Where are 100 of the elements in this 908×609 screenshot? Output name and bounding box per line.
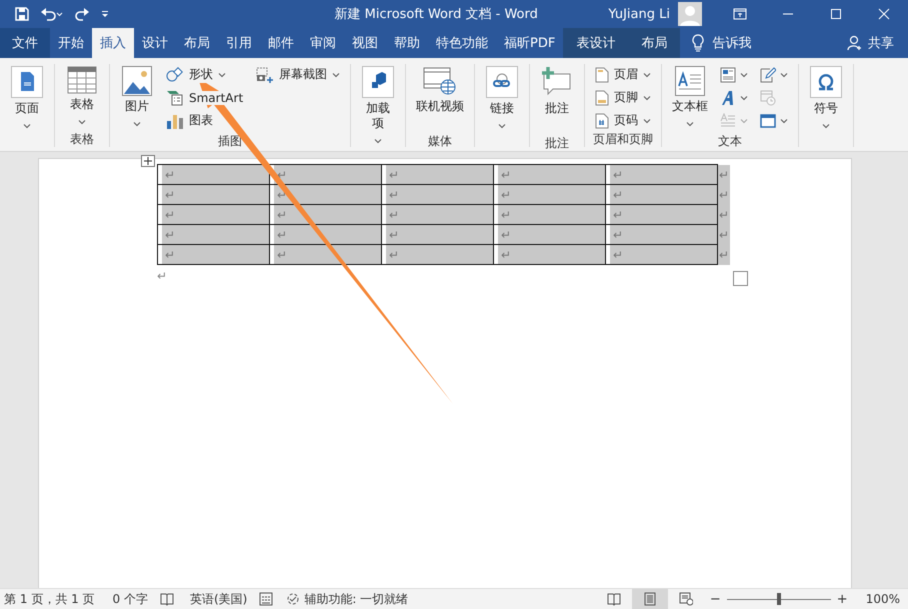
date-time-icon [760, 90, 776, 106]
paragraph-mark: ↵ [501, 188, 512, 202]
view-button[interactable] [632, 589, 668, 609]
ribbon-tab[interactable]: 布局 [628, 28, 680, 58]
page-count: 第 1 页，共 1 页 [4, 590, 95, 608]
table-resize-handle[interactable] [733, 271, 748, 286]
paragraph-mark: ↵ [165, 208, 176, 222]
shapes-icon [166, 66, 184, 82]
ribbon-tab[interactable]: 插入 [92, 28, 134, 58]
paragraph-mark: ↵ [165, 188, 176, 202]
paragraph-mark: ↵ [389, 228, 400, 242]
paragraph-mark: ↵ [157, 269, 168, 283]
ribbon-tab[interactable]: 表设计 [563, 28, 628, 58]
redo-icon[interactable] [74, 6, 90, 22]
maximize-icon[interactable] [830, 8, 842, 20]
ribbon-tab[interactable]: 引用 [218, 28, 260, 58]
tell-me-field[interactable]: 告诉我 [712, 34, 752, 52]
paragraph-mark: ↵ [501, 248, 512, 262]
zoom-in-button[interactable]: + [836, 592, 848, 606]
ribbon-button[interactable]: SmartArt [164, 87, 246, 108]
avatar-icon [678, 2, 702, 26]
paragraph-mark: ↵ [389, 208, 400, 222]
table-icon [67, 66, 97, 94]
accessibility-icon[interactable] [285, 592, 302, 606]
ribbon-button[interactable]: 批注 [535, 64, 580, 135]
paragraph-mark: ↵ [719, 228, 730, 242]
ribbon-button[interactable]: 图片 [115, 64, 159, 133]
window-title: 新建 Microsoft Word 文档 - Word [334, 6, 539, 23]
close-icon[interactable] [878, 8, 890, 20]
word-count: 0 个字 [112, 590, 148, 608]
header-icon [595, 66, 610, 82]
group-label: 媒体 [427, 133, 454, 150]
ribbon-tab[interactable]: 布局 [176, 28, 218, 58]
language[interactable]: 英语(美国) [190, 590, 248, 608]
ribbon-button[interactable]: 链接 [480, 64, 524, 135]
ribbon-tab[interactable]: 邮件 [260, 28, 302, 58]
ribbon-tab[interactable]: 开始 [50, 28, 92, 58]
ribbon-tab[interactable]: 福昕PDF [496, 28, 564, 58]
ribbon-tab[interactable]: 帮助 [386, 28, 428, 58]
video-globe-icon [423, 66, 458, 96]
ribbon-button[interactable]: 屏幕截图 [254, 64, 342, 85]
paragraph-mark: ↵ [165, 228, 176, 242]
paragraph-mark: ↵ [389, 168, 400, 182]
ribbon-tab[interactable]: 特色功能 [428, 28, 496, 58]
ribbon-button[interactable]: 形状 [164, 64, 246, 85]
link-icon [486, 66, 518, 98]
quick-parts-icon [720, 66, 736, 82]
paragraph-mark: ↵ [719, 188, 730, 202]
ribbon-button[interactable]: 页面 [5, 64, 49, 135]
paragraph-mark: ↵ [719, 208, 730, 222]
ribbon-tab[interactable]: 设计 [134, 28, 176, 58]
macro-icon[interactable] [259, 592, 274, 606]
ribbon-button[interactable]: 图表 [164, 110, 246, 131]
print-layout-icon [642, 592, 657, 606]
picture-icon [122, 66, 152, 96]
ribbon-display-icon[interactable] [733, 8, 747, 20]
object-icon [760, 112, 776, 128]
group-label: 文本 [717, 133, 744, 150]
paragraph-mark: ↵ [165, 248, 176, 262]
page-icon [11, 66, 43, 98]
comment-icon [541, 66, 574, 98]
ribbon-button[interactable]: 文本框 [667, 64, 714, 133]
table-move-handle-icon[interactable] [141, 155, 155, 167]
ribbon-button[interactable]: 表格 [60, 64, 104, 131]
group-label: 页眉和页脚 [592, 131, 654, 148]
cube-icon [362, 66, 394, 98]
paragraph-mark: ↵ [613, 208, 624, 222]
ribbon-tab[interactable]: 视图 [344, 28, 386, 58]
ribbon-button[interactable]: 加载项 [356, 64, 400, 150]
omega-icon [810, 66, 842, 98]
paragraph-mark: ↵ [389, 248, 400, 262]
zoom-percent[interactable]: 100% [866, 592, 900, 606]
undo-icon[interactable] [40, 6, 64, 22]
paragraph-mark: ↵ [501, 228, 512, 242]
zoom-out-button[interactable]: − [710, 592, 721, 606]
lightbulb-icon [692, 34, 704, 52]
ribbon-button[interactable]: 页脚 [593, 87, 654, 108]
chart-icon [166, 112, 184, 128]
save-icon[interactable] [14, 6, 30, 22]
slider-thumb[interactable] [776, 593, 781, 605]
paragraph-mark: ↵ [613, 248, 624, 262]
ribbon-button[interactable]: 页眉 [593, 64, 654, 85]
ribbon-button[interactable]: 符号 [804, 64, 848, 135]
paragraph-mark: ↵ [165, 168, 176, 182]
smartart-icon [166, 90, 184, 106]
group-label: 批注 [544, 135, 570, 152]
ribbon-button[interactable]: 页码 [593, 110, 654, 131]
drop-cap-icon [720, 112, 736, 128]
paragraph-mark: ↵ [277, 228, 288, 242]
accessibility-status[interactable]: 辅助功能: 一切就绪 [304, 590, 408, 608]
customize-icon[interactable] [100, 9, 110, 19]
ribbon-tab[interactable]: 文件 [0, 28, 50, 58]
user-name: YuJiang Li [608, 6, 670, 22]
page-number-icon [595, 112, 610, 128]
ribbon-tab[interactable]: 审阅 [302, 28, 344, 58]
web-layout-icon [678, 592, 693, 606]
ribbon-button[interactable]: 联机视频 [411, 64, 470, 133]
share-button[interactable]: 共享 [833, 28, 908, 58]
paragraph-mark: ↵ [501, 168, 512, 182]
proofing-icon[interactable] [160, 592, 174, 606]
